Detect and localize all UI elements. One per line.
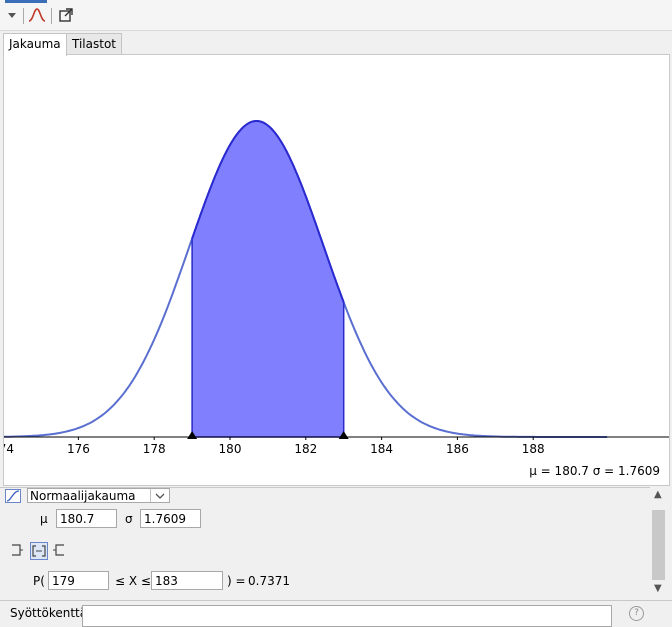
distribution-graph[interactable]: 72174176178180182184186188 μ = 180.7 σ =… [3,54,670,486]
scroll-down-icon[interactable]: ▼ [654,583,662,594]
view-accent-bar [5,0,47,3]
toolbar [0,0,672,31]
parameter-panel: Normaalijakauma μ 180.7 σ 1.7609 P( 179 … [0,487,650,600]
toolbar-separator [23,8,24,24]
shaded-probability-area [191,120,345,438]
menu-dropdown-icon[interactable] [3,6,21,24]
probability-suffix: ) = [227,574,246,588]
interval-probability-icon[interactable] [30,542,48,560]
panel-scrollbar[interactable]: ▲ ▼ [650,487,668,599]
input-bar: Syöttökenttä: ? [0,600,672,627]
right-sided-probability-icon[interactable] [51,542,67,558]
x-tick-label: 182 [294,442,317,456]
x-tick-label: 188 [522,442,545,456]
toolbar-separator [51,8,52,24]
lower-bound-input[interactable]: 179 [48,571,109,590]
probability-middle: ≤ X ≤ [115,574,151,588]
chevron-down-icon [150,489,169,502]
scroll-up-icon[interactable]: ▲ [654,489,662,500]
x-tick-label: 184 [370,442,393,456]
x-tick-label: 180 [219,442,242,456]
graph-parameter-info: μ = 180.7 σ = 1.7609 [529,464,660,478]
x-tick-label: 186 [446,442,469,456]
sigma-label: σ [125,512,133,526]
distribution-select[interactable]: Normaalijakauma [27,488,170,503]
left-sided-probability-icon[interactable] [9,542,25,558]
curve-style-icon[interactable] [5,488,21,504]
input-bar-label: Syöttökenttä: [10,606,92,620]
x-tick-label: 178 [143,442,166,456]
upper-bound-input[interactable]: 183 [151,571,223,590]
mu-label: μ [40,512,48,526]
export-popout-icon[interactable] [57,6,75,24]
scrollbar-thumb[interactable] [652,510,665,580]
distribution-curve-icon[interactable] [28,6,46,24]
tab-bar: Jakauma Tilastot [0,31,672,56]
distribution-chart: 72174176178180182184186188 [4,119,669,456]
sigma-input[interactable]: 1.7609 [140,509,201,528]
help-icon[interactable]: ? [629,606,644,621]
probability-prefix: P( [33,574,45,588]
tab-tilastot[interactable]: Tilastot [66,33,122,55]
x-tick-label: 174 [4,442,14,456]
distribution-select-value: Normaalijakauma [30,489,136,503]
x-tick-label: 176 [67,442,90,456]
tab-jakauma[interactable]: Jakauma [3,33,67,56]
mu-input[interactable]: 180.7 [56,509,117,528]
input-bar-field[interactable] [82,605,612,627]
probability-result: 0.7371 [248,574,290,588]
